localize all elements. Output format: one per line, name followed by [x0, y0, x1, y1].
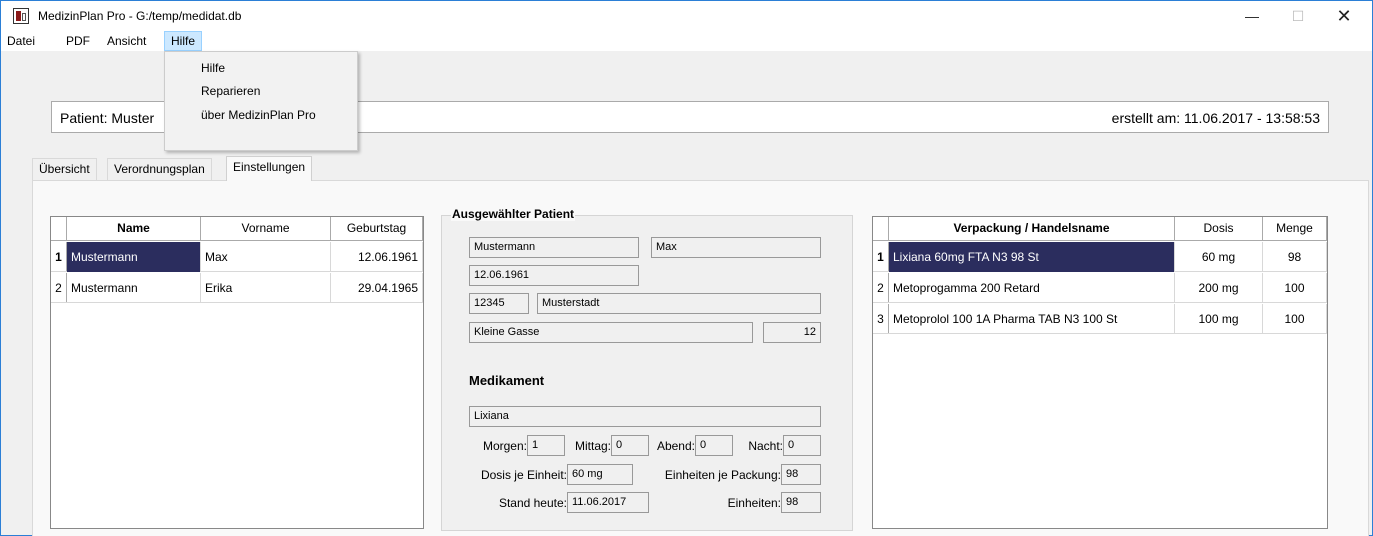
column-header-vorname[interactable]: Vorname	[201, 217, 331, 241]
group-title: Ausgewählter Patient	[451, 207, 576, 221]
cell-dosis[interactable]: 60 mg	[1175, 242, 1263, 272]
menu-datei[interactable]: Datei	[1, 31, 41, 51]
cell-geburtstag[interactable]: 12.06.1961	[331, 242, 423, 272]
table-row[interactable]: 1 Lixiana 60mg FTA N3 98 St 60 mg 98	[873, 242, 1327, 272]
cell-vorname[interactable]: Erika	[201, 273, 331, 303]
zip-field[interactable]: 12345	[469, 293, 529, 314]
dosis-field[interactable]: 60 mg	[567, 464, 633, 485]
tab-uebersicht[interactable]: Übersicht	[32, 158, 97, 180]
cell-menge[interactable]: 100	[1263, 304, 1327, 334]
table-row[interactable]: 3 Metoprolol 100 1A Pharma TAB N3 100 St…	[873, 304, 1327, 334]
birthday-field[interactable]: 12.06.1961	[469, 265, 639, 286]
menu-item-reparieren[interactable]: Reparieren	[201, 84, 260, 98]
medication-name-field[interactable]: Lixiana	[469, 406, 821, 427]
stand-field[interactable]: 11.06.2017	[567, 492, 649, 513]
morgen-label: Morgen:	[482, 439, 527, 453]
menu-ansicht[interactable]: Ansicht	[101, 31, 152, 51]
close-button[interactable]: ✕	[1321, 1, 1367, 31]
menu-hilfe[interactable]: Hilfe	[164, 31, 203, 51]
lastname-field[interactable]: Mustermann	[469, 237, 639, 258]
app-logo-icon	[13, 8, 29, 24]
cell-name[interactable]: Mustermann	[67, 242, 201, 272]
row-number: 2	[51, 273, 67, 302]
title-bar: MedizinPlan Pro - G:/temp/medidat.db — ☐…	[1, 1, 1372, 31]
table-row[interactable]: 2 Mustermann Erika 29.04.1965	[51, 273, 423, 303]
table-row[interactable]: 1 Mustermann Max 12.06.1961	[51, 242, 423, 272]
column-header-verpackung[interactable]: Verpackung / Handelsname	[889, 217, 1175, 241]
abend-label: Abend:	[656, 439, 695, 453]
medication-section-title: Medikament	[469, 373, 545, 388]
column-header-dosis[interactable]: Dosis	[1175, 217, 1263, 241]
street-field[interactable]: Kleine Gasse	[469, 322, 753, 343]
menu-pdf[interactable]: PDF	[60, 31, 96, 51]
row-number: 1	[51, 242, 67, 271]
row-number: 2	[873, 273, 889, 302]
cell-verpackung[interactable]: Metoprolol 100 1A Pharma TAB N3 100 St	[889, 304, 1175, 334]
city-field[interactable]: Musterstadt	[537, 293, 821, 314]
row-number: 1	[873, 242, 889, 271]
einheiten-packung-field[interactable]: 98	[781, 464, 821, 485]
cell-verpackung[interactable]: Lixiana 60mg FTA N3 98 St	[889, 242, 1175, 272]
row-number: 3	[873, 304, 889, 333]
einheiten-field[interactable]: 98	[781, 492, 821, 513]
einheiten-packung-label: Einheiten je Packung:	[664, 468, 781, 482]
cell-menge[interactable]: 100	[1263, 273, 1327, 303]
table-corner	[873, 217, 889, 241]
hilfe-dropdown-menu: Hilfe Reparieren über MedizinPlan Pro	[164, 51, 358, 151]
dosis-label: Dosis je Einheit:	[480, 468, 567, 482]
mittag-field[interactable]: 0	[611, 435, 649, 456]
stand-label: Stand heute:	[498, 496, 567, 510]
table-header: Name Vorname Geburtstag	[51, 217, 423, 241]
patients-table: Name Vorname Geburtstag 1 Mustermann Max…	[50, 216, 424, 529]
main-window: MedizinPlan Pro - G:/temp/medidat.db — ☐…	[0, 0, 1373, 536]
minimize-button[interactable]: —	[1229, 1, 1275, 31]
morgen-field[interactable]: 1	[527, 435, 565, 456]
cell-vorname[interactable]: Max	[201, 242, 331, 272]
cell-menge[interactable]: 98	[1263, 242, 1327, 272]
column-header-menge[interactable]: Menge	[1263, 217, 1327, 241]
table-corner	[51, 217, 67, 241]
house-number-field[interactable]: 12	[763, 322, 821, 343]
nacht-field[interactable]: 0	[783, 435, 821, 456]
patient-label: Patient: Muster	[60, 110, 155, 126]
column-header-geburtstag[interactable]: Geburtstag	[331, 217, 423, 241]
window-title: MedizinPlan Pro - G:/temp/medidat.db	[38, 9, 242, 23]
menu-item-ueber[interactable]: über MedizinPlan Pro	[201, 108, 316, 122]
menu-item-hilfe[interactable]: Hilfe	[201, 61, 225, 75]
cell-name[interactable]: Mustermann	[67, 273, 201, 303]
created-timestamp: erstellt am: 11.06.2017 - 13:58:53	[1111, 110, 1320, 126]
einheiten-label: Einheiten:	[727, 496, 781, 510]
table-header: Verpackung / Handelsname Dosis Menge	[873, 217, 1327, 241]
menu-bar: Datei PDF Ansicht Hilfe	[1, 31, 1372, 51]
cell-verpackung[interactable]: Metoprogamma 200 Retard	[889, 273, 1175, 303]
table-row[interactable]: 2 Metoprogamma 200 Retard 200 mg 100	[873, 273, 1327, 303]
tab-verordnungsplan[interactable]: Verordnungsplan	[107, 158, 212, 180]
cell-dosis[interactable]: 100 mg	[1175, 304, 1263, 334]
maximize-button[interactable]: ☐	[1275, 1, 1321, 31]
cell-dosis[interactable]: 200 mg	[1175, 273, 1263, 303]
abend-field[interactable]: 0	[695, 435, 733, 456]
tab-einstellungen[interactable]: Einstellungen	[226, 156, 313, 181]
packages-table: Verpackung / Handelsname Dosis Menge 1 L…	[872, 216, 1328, 529]
nacht-label: Nacht:	[748, 439, 783, 453]
cell-geburtstag[interactable]: 29.04.1965	[331, 273, 423, 303]
mittag-label: Mittag:	[574, 439, 611, 453]
column-header-name[interactable]: Name	[67, 217, 201, 241]
firstname-field[interactable]: Max	[651, 237, 821, 258]
